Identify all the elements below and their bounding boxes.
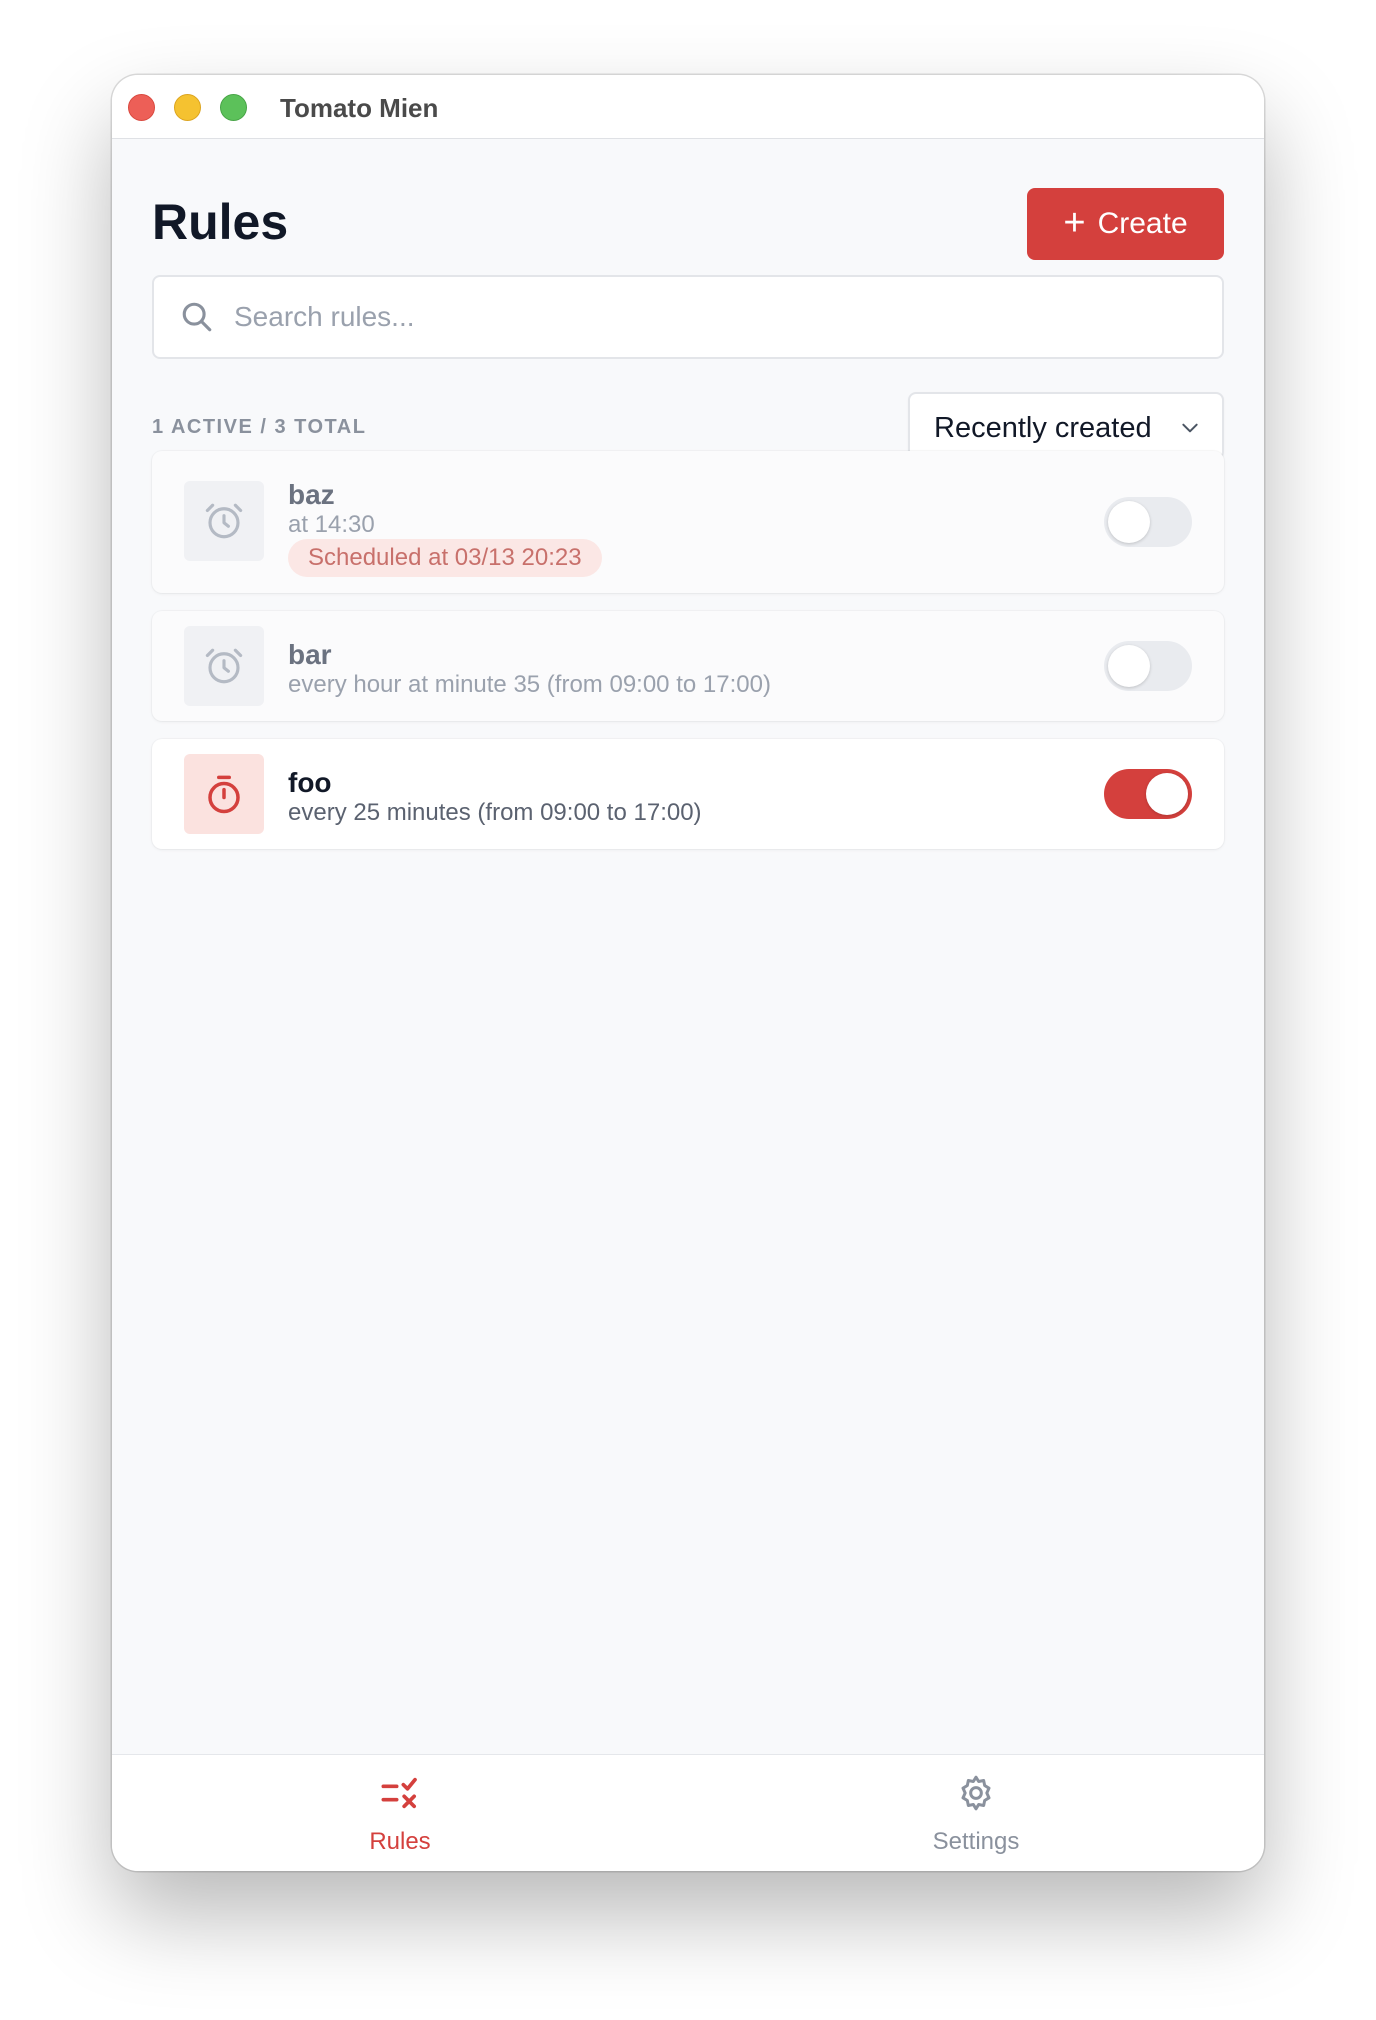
sort-dropdown[interactable]: Recently created bbox=[908, 392, 1224, 460]
rule-description: every 25 minutes (from 09:00 to 17:00) bbox=[288, 799, 702, 826]
nav-label-settings: Settings bbox=[932, 1828, 1020, 1855]
nav-tab-rules[interactable]: Rules bbox=[112, 1755, 688, 1871]
rule-card-baz[interactable]: baz at 14:30 Scheduled at 03/13 20:23 bbox=[152, 451, 1224, 593]
rule-card-foo[interactable]: foo every 25 minutes (from 09:00 to 17:0… bbox=[152, 739, 1224, 849]
rule-name: baz bbox=[288, 479, 335, 510]
app-window: Tomato Mien Rules + Create 1 ACTIVE / 3 … bbox=[112, 75, 1264, 1871]
scheduled-badge: Scheduled at 03/13 20:23 bbox=[288, 539, 602, 577]
window-title: Tomato Mien bbox=[280, 93, 439, 123]
rule-description: every hour at minute 35 (from 09:00 to 1… bbox=[288, 671, 771, 698]
create-button-label: Create bbox=[1097, 207, 1188, 240]
minimize-window-button[interactable] bbox=[174, 94, 201, 121]
search-icon bbox=[182, 302, 212, 332]
gear-icon bbox=[961, 1775, 991, 1811]
stopwatch-icon bbox=[184, 754, 264, 834]
alarm-clock-icon bbox=[184, 626, 264, 706]
chevron-down-icon bbox=[1182, 423, 1198, 433]
page-title: Rules bbox=[152, 194, 289, 250]
title-bar: Tomato Mien bbox=[112, 75, 1264, 139]
rule-card-bar[interactable]: bar every hour at minute 35 (from 09:00 … bbox=[152, 611, 1224, 721]
sort-selected-label: Recently created bbox=[934, 412, 1152, 444]
maximize-window-button[interactable] bbox=[220, 94, 247, 121]
rules-list-icon bbox=[381, 1777, 417, 1809]
plus-icon: + bbox=[1063, 201, 1086, 244]
toggle-knob bbox=[1146, 773, 1188, 815]
nav-tab-settings[interactable]: Settings bbox=[688, 1755, 1264, 1871]
nav-label-rules: Rules bbox=[369, 1828, 431, 1855]
create-rule-button[interactable]: + Create bbox=[1027, 188, 1224, 260]
alarm-clock-icon bbox=[184, 481, 264, 561]
toggle-knob bbox=[1108, 501, 1150, 543]
rule-toggle-foo[interactable] bbox=[1104, 769, 1192, 819]
rule-name: foo bbox=[288, 767, 332, 798]
rule-toggle-bar[interactable] bbox=[1104, 641, 1192, 691]
search-field[interactable] bbox=[152, 275, 1224, 359]
search-input[interactable] bbox=[234, 277, 1194, 357]
rule-description: at 14:30 bbox=[288, 511, 375, 538]
rules-summary: 1 ACTIVE / 3 TOTAL bbox=[152, 416, 367, 438]
rule-toggle-baz[interactable] bbox=[1104, 497, 1192, 547]
rule-name: bar bbox=[288, 639, 332, 670]
toggle-knob bbox=[1108, 645, 1150, 687]
close-window-button[interactable] bbox=[128, 94, 155, 121]
bottom-navigation: Rules Settings bbox=[112, 1754, 1264, 1871]
